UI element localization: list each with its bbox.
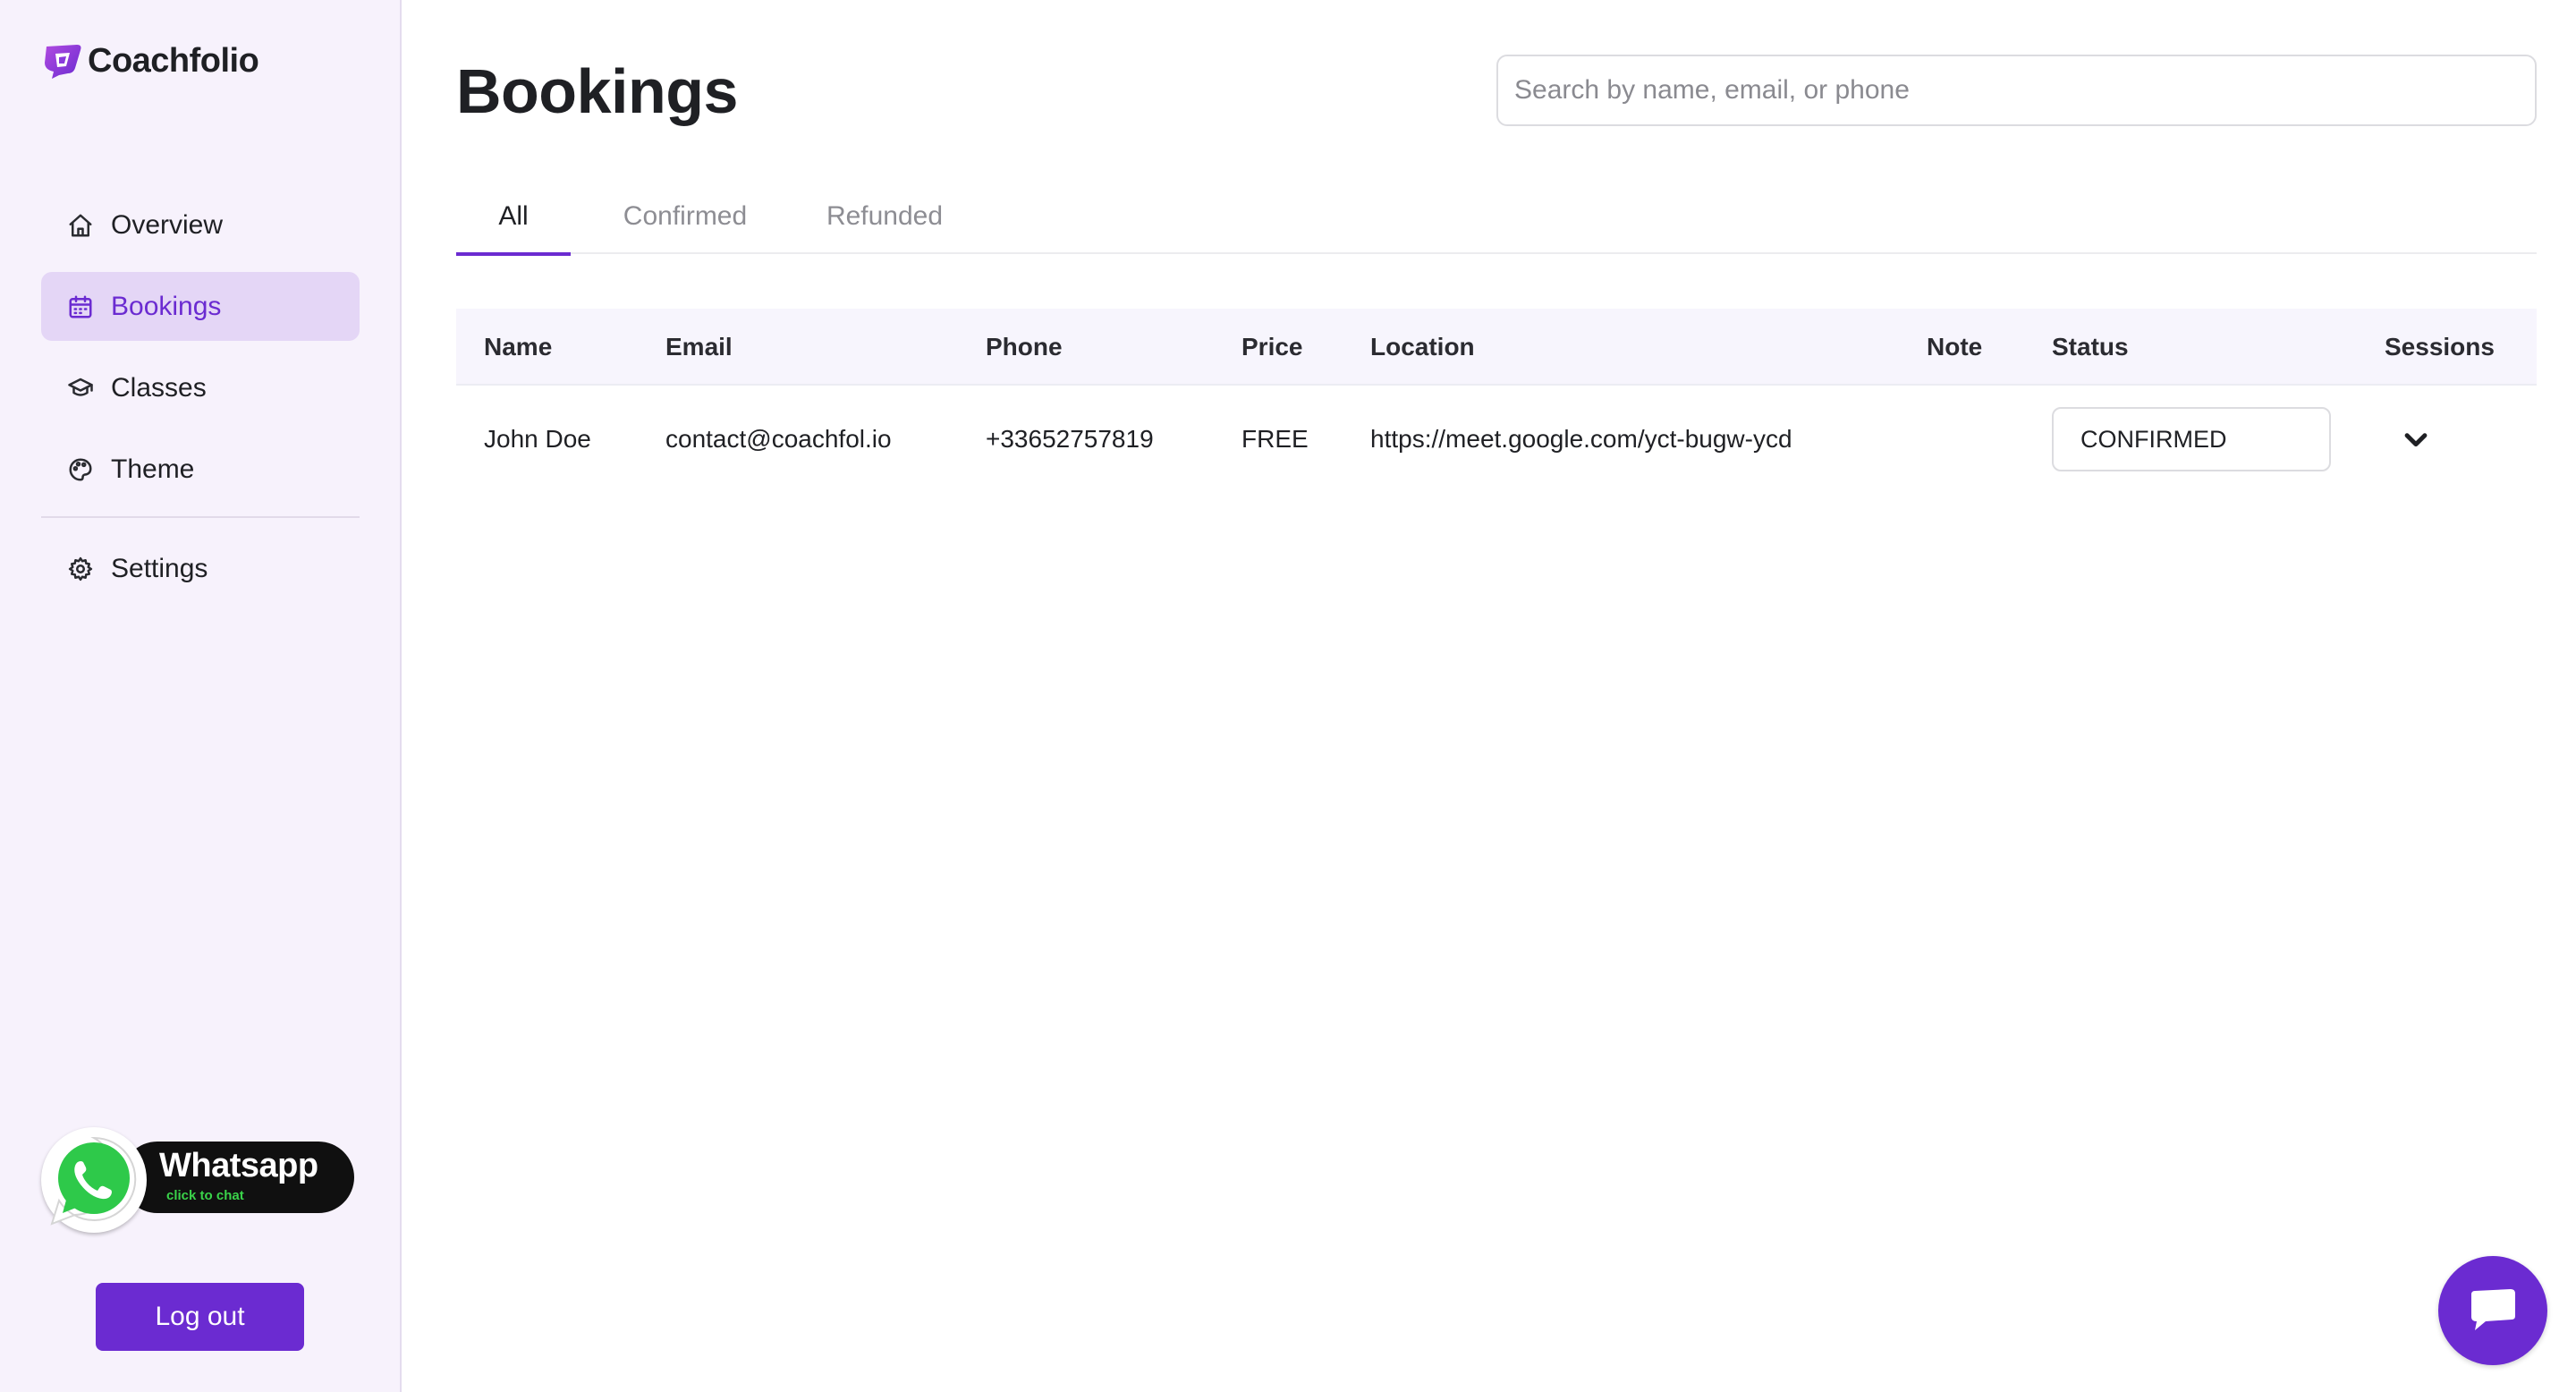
cell-status: CONFIRMED <box>2052 386 2331 493</box>
bookings-table: Name Email Phone Price Location Note Sta… <box>456 309 2537 493</box>
column-header-note[interactable]: Note <box>1927 309 1982 386</box>
sidebar-item-bookings[interactable]: Bookings <box>41 272 360 341</box>
table-row[interactable]: John Doe contact@coachfol.io +3365275781… <box>456 386 2537 493</box>
whatsapp-title: Whatsapp <box>159 1147 318 1184</box>
sidebar-item-theme[interactable]: Theme <box>41 435 360 504</box>
calendar-icon <box>66 293 95 321</box>
tab-confirmed[interactable]: Confirmed <box>604 179 767 254</box>
sidebar-nav: Overview Bookings Classes Theme Settings <box>41 191 360 615</box>
palette-icon <box>66 455 95 484</box>
sidebar-item-label: Classes <box>111 372 207 403</box>
cell-sessions <box>2385 386 2447 493</box>
column-header-sessions[interactable]: Sessions <box>2385 309 2495 386</box>
sidebar-item-label: Overview <box>111 209 224 240</box>
chevron-down-icon <box>2404 433 2428 447</box>
cell-price: FREE <box>1241 425 1309 453</box>
tab-refunded[interactable]: Refunded <box>807 179 962 254</box>
status-select[interactable]: CONFIRMED <box>2052 407 2331 471</box>
table-header: Name Email Phone Price Location Note Sta… <box>456 309 2537 386</box>
column-header-price[interactable]: Price <box>1241 309 1303 386</box>
column-header-email[interactable]: Email <box>665 309 733 386</box>
sidebar-item-label: Settings <box>111 553 208 583</box>
coachfolio-logo-icon <box>45 45 81 79</box>
sidebar-item-overview[interactable]: Overview <box>41 191 360 259</box>
column-header-location[interactable]: Location <box>1370 309 1475 386</box>
whatsapp-icon <box>41 1127 147 1233</box>
whatsapp-chat-button[interactable]: Whatsapp click to chat <box>41 1125 354 1235</box>
home-icon <box>66 211 95 240</box>
search-input[interactable] <box>1496 55 2537 126</box>
booking-tabs: All Confirmed Refunded <box>456 179 2537 256</box>
sidebar: Coachfolio Overview Bookings Classes The… <box>0 0 402 1392</box>
sidebar-item-settings[interactable]: Settings <box>41 534 360 603</box>
sidebar-item-classes[interactable]: Classes <box>41 353 360 422</box>
chat-bubble-icon <box>2471 1289 2515 1330</box>
brand-name: Coachfolio <box>88 41 259 80</box>
brand[interactable]: Coachfolio <box>41 41 259 81</box>
cell-location[interactable]: https://meet.google.com/yct-bugw-ycd <box>1370 386 1792 493</box>
sidebar-item-label: Bookings <box>111 291 222 321</box>
gear-icon <box>66 555 95 583</box>
cell-email: contact@coachfol.io <box>665 425 892 453</box>
whatsapp-subtitle: click to chat <box>166 1188 244 1203</box>
column-header-name[interactable]: Name <box>484 309 552 386</box>
column-header-status[interactable]: Status <box>2052 309 2129 386</box>
graduation-cap-icon <box>66 374 95 403</box>
sidebar-item-label: Theme <box>111 454 195 484</box>
page-title: Bookings <box>456 56 738 126</box>
logout-button[interactable]: Log out <box>96 1283 304 1351</box>
sidebar-divider <box>41 516 360 518</box>
expand-sessions-button[interactable] <box>2385 386 2447 493</box>
column-header-phone[interactable]: Phone <box>986 309 1063 386</box>
cell-name: John Doe <box>484 425 591 453</box>
chat-widget-button[interactable] <box>2438 1256 2547 1365</box>
tab-all[interactable]: All <box>456 179 571 256</box>
app-root: Coachfolio Overview Bookings Classes The… <box>0 0 2576 1392</box>
cell-phone: +33652757819 <box>986 425 1154 453</box>
